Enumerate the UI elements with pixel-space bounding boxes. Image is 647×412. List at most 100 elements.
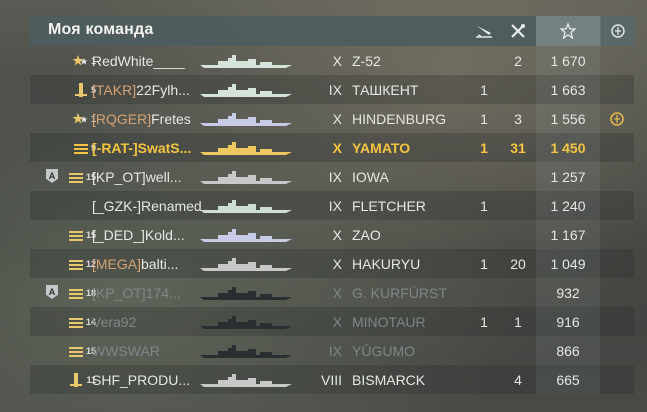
player-row[interactable]: 11 SHF_PRODU... VIII BISMARCK 4 665 xyxy=(30,365,634,394)
player-name[interactable]: [KP_OT] well... xyxy=(92,162,202,191)
torpedo-hits-value: 1 xyxy=(480,81,488,98)
tier-cell: IX xyxy=(328,342,342,359)
rank-insignia-icon xyxy=(68,317,83,328)
tier-cell: IX xyxy=(328,81,342,98)
achievement-cell xyxy=(600,75,634,104)
achievement-cell xyxy=(600,336,634,365)
kills-value: 20 xyxy=(510,255,526,272)
player-row[interactable]: 5 [TAKR] 22Fylh... IX ТАШКЕНТ 1 1 663 xyxy=(30,75,634,104)
ship-name: MINOTAUR xyxy=(352,313,426,330)
ship-name: HINDENBURG xyxy=(352,110,447,127)
torpedo-hits-value: 1 xyxy=(480,255,488,272)
ship-silhouette-icon xyxy=(198,75,298,104)
player-name[interactable]: [TAKR] 22Fylh... xyxy=(92,75,202,104)
experience-star-icon[interactable] xyxy=(536,16,600,46)
ship-name: ТАШКЕНТ xyxy=(352,81,419,98)
achievement-cell xyxy=(600,191,634,220)
ship-name: G. KURFÜRST xyxy=(352,284,447,301)
player-row[interactable]: 9 [-RAT-] SwatS... X YAMATO 1 31 1 450 xyxy=(30,133,634,162)
kills-value xyxy=(500,191,536,220)
experience-value: 1 670 xyxy=(536,46,600,75)
tier-cell: X xyxy=(332,284,342,301)
player-row[interactable]: 15 [_DED_] Kold... X ZAO 1 167 xyxy=(30,220,634,249)
player-name[interactable]: RedWhite____ xyxy=(92,46,202,75)
player-name[interactable]: [RQGER] Fretes xyxy=(92,104,202,133)
ship-name: IOWA xyxy=(352,168,389,185)
player-nick: well... xyxy=(145,168,182,185)
rank-insignia-icon xyxy=(74,82,87,97)
kills-icon[interactable] xyxy=(500,16,536,46)
tier-cell: IX xyxy=(328,197,342,214)
achievement-medal-icon xyxy=(600,104,634,133)
ship-silhouette-icon xyxy=(198,46,298,75)
tier-cell: X xyxy=(332,52,342,69)
rank-cell: 15 xyxy=(56,220,96,249)
rank-insignia-icon xyxy=(68,230,83,241)
player-row[interactable]: 15 WWSWAR IX YŪGUMO 866 xyxy=(30,336,634,365)
torpedo-hits-value: 1 xyxy=(480,313,488,330)
achievement-cell xyxy=(600,307,634,336)
clan-tag: [KP_OT] xyxy=(92,168,146,185)
ship-silhouette-icon xyxy=(198,249,298,278)
rank-insignia-icon xyxy=(73,143,88,154)
achievement-cell xyxy=(600,133,634,162)
player-name[interactable]: [-RAT-] SwatS... xyxy=(92,133,202,162)
clan-tag: [RQGER] xyxy=(92,110,152,127)
ship-silhouette-icon xyxy=(198,104,298,133)
achievement-cell xyxy=(600,162,634,191)
player-name[interactable]: [KP_OT] 174... xyxy=(92,278,202,307)
player-row[interactable]: 1 RedWhite____ X Z-52 2 1 670 xyxy=(30,46,634,75)
clan-tag: [MEGA] xyxy=(92,255,142,272)
ship-name: FLETCHER xyxy=(352,197,426,214)
team-header: Моя команда xyxy=(30,16,635,46)
player-row[interactable]: 1 [RQGER] Fretes X HINDENBURG 1 3 1 556 xyxy=(30,104,634,133)
torpedo-hits-value xyxy=(466,365,502,394)
clan-tag: [KP_OT] xyxy=(92,284,146,301)
player-name[interactable]: [_GZK-]RenamedU... xyxy=(92,191,202,220)
rank-cell xyxy=(56,191,96,220)
tier-cell: X xyxy=(332,226,342,243)
team-panel: Моя команда 1 RedWhite____ X Z-52 2 1 670 5 [TA… xyxy=(30,16,635,412)
tier-cell: X xyxy=(332,313,342,330)
clan-tag: [_DED_] xyxy=(92,226,145,243)
player-row[interactable]: [_GZK-]RenamedU... IX FLETCHER 1 1 240 xyxy=(30,191,634,220)
player-nick: Vera92 xyxy=(92,313,137,330)
clan-tag: [TAKR] xyxy=(92,81,137,98)
experience-value: 932 xyxy=(536,278,600,307)
ship-silhouette-icon xyxy=(198,278,298,307)
rank-cell: 15 xyxy=(56,336,96,365)
player-nick: Fretes xyxy=(151,110,191,127)
player-nick: 174... xyxy=(145,284,181,301)
rank-cell: 11 xyxy=(56,365,96,394)
ship-name: ZAO xyxy=(352,226,381,243)
player-row[interactable]: 12 [MEGA] balti... X HAKURYU 1 20 1 049 xyxy=(30,249,634,278)
rank-cell: 5 xyxy=(56,75,96,104)
rank-insignia-icon xyxy=(68,172,83,183)
ship-name: YŪGUMO xyxy=(352,342,415,359)
rank-cell: 14 xyxy=(56,307,96,336)
achievement-cell xyxy=(600,46,634,75)
player-row[interactable]: A 15 [KP_OT] well... IX IOWA 1 257 xyxy=(30,162,634,191)
player-nick: 22Fylh... xyxy=(136,81,190,98)
clan-tag: [_GZK-] xyxy=(92,197,142,214)
team-title: Моя команда xyxy=(48,21,154,38)
player-name[interactable]: WWSWAR xyxy=(92,336,202,365)
kills-value xyxy=(500,162,536,191)
kills-value: 31 xyxy=(510,139,526,156)
torpedo-hits-value xyxy=(466,278,502,307)
kills-value xyxy=(500,278,536,307)
kills-value xyxy=(500,336,536,365)
torpedo-hits-value xyxy=(466,220,502,249)
rank-insignia-icon xyxy=(72,112,88,123)
achievement-icon[interactable] xyxy=(600,16,635,46)
experience-value: 665 xyxy=(536,365,600,394)
ship-silhouette-icon xyxy=(198,307,298,336)
player-name[interactable]: SHF_PRODU... xyxy=(92,365,202,394)
player-name[interactable]: [MEGA] balti... xyxy=(92,249,202,278)
player-row[interactable]: A 18 [KP_OT] 174... X G. KURFÜRST 932 xyxy=(30,278,634,307)
rank-cell: 18 xyxy=(56,278,96,307)
torpedo-hits-icon[interactable] xyxy=(466,16,502,46)
player-row[interactable]: 14 Vera92 X MINOTAUR 1 1 916 xyxy=(30,307,634,336)
player-name[interactable]: Vera92 xyxy=(92,307,202,336)
player-name[interactable]: [_DED_] Kold... xyxy=(92,220,202,249)
